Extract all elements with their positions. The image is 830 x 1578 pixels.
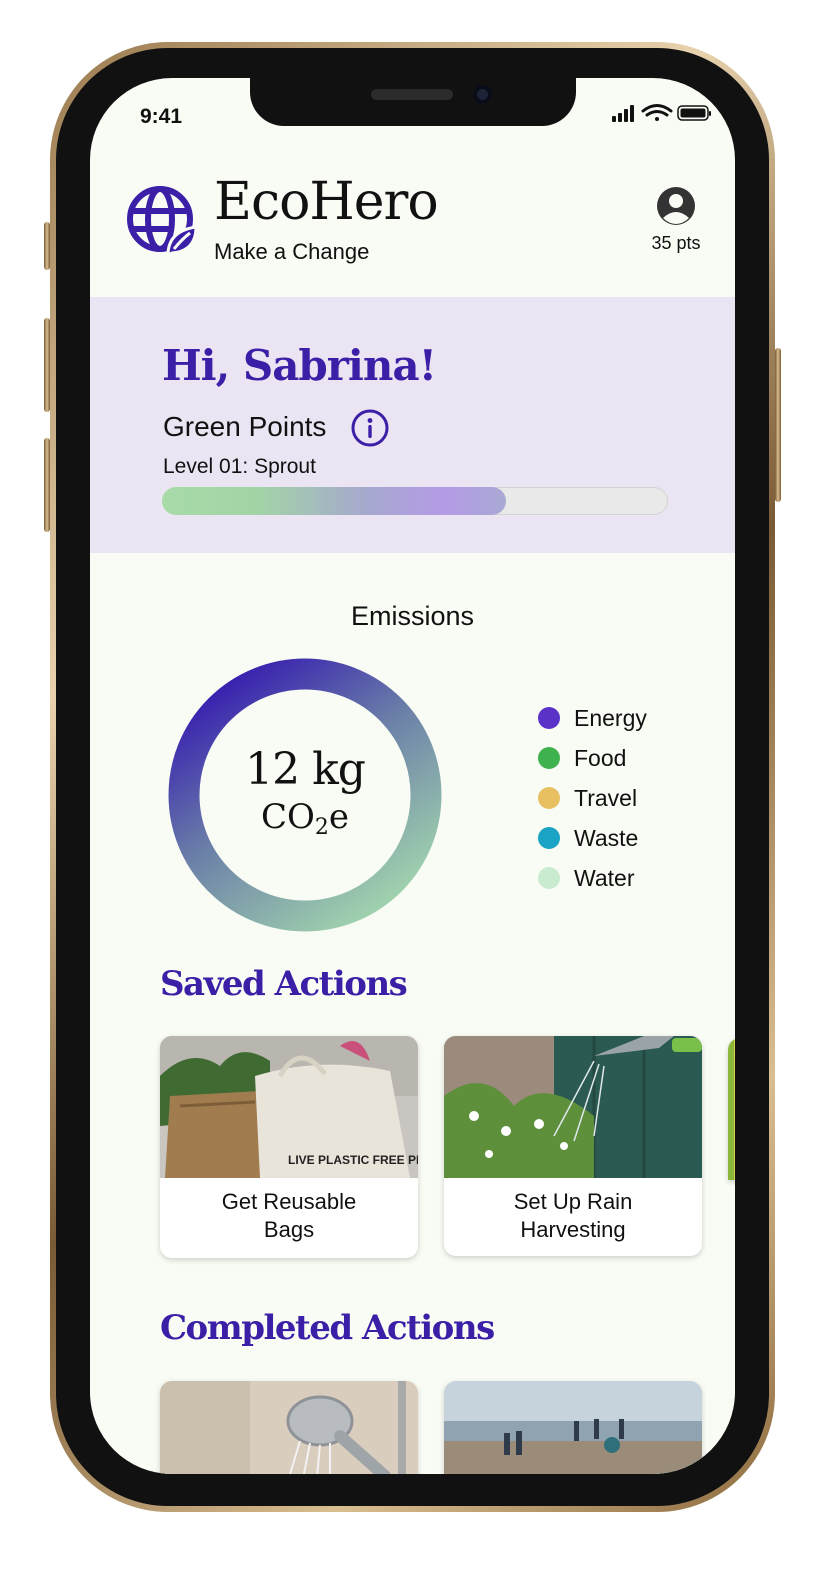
greeting-heading: Hi, Sabrina! [162,341,437,390]
emissions-value: 12 kg [245,744,366,795]
volume-down-button [44,438,50,532]
legend-item-waste[interactable]: Waste [538,818,647,858]
status-time: 9:41 [140,105,183,128]
legend-dot [538,827,560,849]
completed-card-beach-cleanup[interactable] [444,1381,702,1474]
green-points-progress-bar [162,487,668,515]
legend-item-water[interactable]: Water [538,858,647,898]
points-count: 35 pts [651,233,701,253]
notch [250,78,576,126]
level-label: Level 01: Sprout [163,455,316,478]
front-camera [473,85,492,104]
completed-card-shower[interactable] [160,1381,418,1474]
emissions-donut-chart[interactable] [168,658,442,932]
beach-cleanup-image [444,1381,702,1474]
volume-up-button [44,318,50,412]
rain-harvesting-image [444,1036,702,1178]
emissions-title: Emissions [350,601,475,631]
app-screen: 9:41 EcoHero Make a Change 35 pts Hi, Sa… [90,78,735,1474]
reusable-bags-image: LIVE PLASTIC FREE PLASTIC IS POISON [160,1036,418,1178]
action-card-reusable-bags[interactable]: LIVE PLASTIC FREE PLASTIC IS POISON Get … [160,1036,418,1258]
saved-actions-title: Saved Actions [160,964,408,1004]
bag-print-text: LIVE PLASTIC FREE PLASTIC IS POISON [288,1153,418,1167]
emissions-unit: CO2e [168,800,442,839]
mute-switch [44,222,50,270]
card-title-line: Set Up Rain [513,1189,633,1214]
legend-item-food[interactable]: Food [538,738,647,778]
brand-name: EcoHero [214,172,439,232]
completed-actions-title: Completed Actions [160,1308,495,1348]
donut-ring [168,658,442,932]
green-points-label: Green Points [163,411,327,442]
card-title: Set Up Rain Harvesting [444,1188,702,1244]
card-title-line: Get Reusable [221,1189,357,1214]
power-button [775,348,781,502]
legend-label: Water [574,864,635,891]
emissions-legend: Energy Food Travel Waste Water [538,698,647,898]
action-card-rain-harvesting[interactable]: Set Up Rain Harvesting [444,1036,702,1256]
legend-label: Energy [574,704,647,731]
globe-leaf-logo-icon [127,186,198,258]
card-title-line: Bags [263,1217,315,1242]
progress-fill [162,487,507,515]
legend-label: Waste [574,824,639,851]
legend-dot [538,707,560,729]
legend-dot [538,867,560,889]
speaker-grille [371,89,453,100]
shower-head-image [160,1381,418,1474]
legend-label: Food [574,744,627,771]
brand-tagline: Make a Change [214,239,370,264]
signal-icon [612,105,634,122]
card-title: Get Reusable Bags [160,1188,418,1244]
unit-subscript: 2 [314,815,329,840]
legend-dot [538,747,560,769]
unit-co: CO [260,797,315,837]
battery-icon [677,105,711,121]
legend-item-travel[interactable]: Travel [538,778,647,818]
status-icons [612,104,711,122]
action-card-peek[interactable] [728,1038,735,1180]
unit-e: e [328,797,349,837]
profile-icon[interactable] [656,186,696,226]
wifi-icon [641,104,673,121]
info-icon[interactable] [350,408,390,448]
legend-item-energy[interactable]: Energy [538,698,647,738]
legend-label: Travel [574,784,638,811]
card-title-line: Harvesting [520,1217,626,1242]
legend-dot [538,787,560,809]
card-peek-image [728,1038,735,1180]
